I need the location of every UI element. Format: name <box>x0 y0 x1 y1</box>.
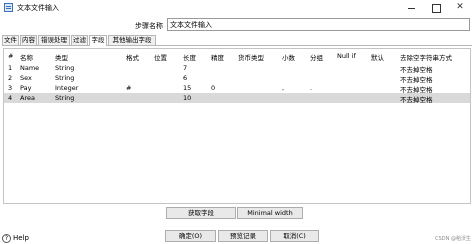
column-header-precision[interactable]: 精度 <box>211 52 224 62</box>
maximize-icon[interactable] <box>424 1 448 14</box>
field-type[interactable]: Integer <box>55 84 78 92</box>
column-header-index[interactable]: # <box>8 52 13 60</box>
minimize-icon[interactable] <box>400 1 424 14</box>
get-fields-button[interactable]: 获取字段 <box>166 207 236 219</box>
tab-filter[interactable]: 过滤 <box>71 35 88 45</box>
field-decimal[interactable]: , <box>282 84 284 92</box>
tab-other-output-fields[interactable]: 其他输出字段 <box>108 35 156 45</box>
table-row[interactable]: 2 Sex String 6 不去掉空格 <box>4 73 470 84</box>
field-trim-type[interactable]: 不去掉空格 <box>400 94 433 104</box>
column-header-length[interactable]: 长度 <box>183 52 196 62</box>
dialog-window: 文本文件输入 ✕ 步骤名称 文件 内容 错误处理 过滤 字段 其他输出字段 # … <box>0 0 474 244</box>
tab-file[interactable]: 文件 <box>2 35 19 45</box>
tab-divider <box>2 45 472 46</box>
row-index: 1 <box>8 64 13 72</box>
row-index: 3 <box>8 84 13 92</box>
field-format[interactable]: # <box>126 84 131 92</box>
preview-records-button[interactable]: 预览记录 <box>218 230 268 242</box>
column-header-type[interactable]: 类型 <box>55 52 68 62</box>
step-name-label: 步骤名称 <box>135 22 163 30</box>
help-icon: ? <box>2 233 11 243</box>
table-row[interactable]: 1 Name String 7 不去掉空格 <box>4 63 470 74</box>
column-header-trim-type[interactable]: 去除空字符串方式 <box>400 52 452 62</box>
close-icon[interactable]: ✕ <box>448 1 472 14</box>
column-header-group[interactable]: 分组 <box>310 52 323 62</box>
help-label: Help <box>13 234 29 242</box>
column-header-format[interactable]: 格式 <box>126 52 139 62</box>
column-header-default[interactable]: 默认 <box>371 52 384 62</box>
minimal-width-button[interactable]: Minimal width <box>237 207 303 219</box>
field-precision[interactable]: 0 <box>211 84 215 92</box>
column-header-null-if[interactable]: Null if <box>337 52 356 60</box>
field-type[interactable]: String <box>55 94 74 102</box>
field-length[interactable]: 10 <box>183 94 191 102</box>
title-bar: 文本文件输入 ✕ <box>0 0 474 16</box>
field-type[interactable]: String <box>55 64 74 72</box>
help-button[interactable]: ? Help <box>2 232 29 244</box>
column-header-currency[interactable]: 货币类型 <box>238 52 264 62</box>
column-header-decimal[interactable]: 小数 <box>282 52 295 62</box>
window-title: 文本文件输入 <box>17 4 59 12</box>
cancel-button[interactable]: 取消(C) <box>270 230 319 242</box>
field-length[interactable]: 7 <box>183 64 187 72</box>
field-group[interactable]: . <box>310 84 312 92</box>
app-icon <box>4 3 13 12</box>
column-header-name[interactable]: 名称 <box>20 52 33 62</box>
ok-button[interactable]: 确定(O) <box>165 230 216 242</box>
watermark: CSDN @稻沃生 <box>435 236 471 242</box>
table-row-selected[interactable]: 4 Area String 10 不去掉空格 <box>4 93 470 104</box>
field-length[interactable]: 15 <box>183 84 191 92</box>
field-name[interactable]: Name <box>20 64 39 72</box>
tab-content[interactable]: 内容 <box>20 35 37 45</box>
field-name[interactable]: Area <box>20 94 35 102</box>
tab-fields[interactable]: 字段 <box>89 35 107 46</box>
field-name[interactable]: Sex <box>20 74 32 82</box>
field-type[interactable]: String <box>55 74 74 82</box>
tab-error-handling[interactable]: 错误处理 <box>38 35 70 45</box>
fields-table: # 名称 类型 格式 位置 长度 精度 货币类型 小数 分组 Null if 默… <box>3 48 471 204</box>
field-length[interactable]: 6 <box>183 74 187 82</box>
step-name-input[interactable] <box>167 18 470 31</box>
row-index: 4 <box>8 94 13 102</box>
field-name[interactable]: Pay <box>20 84 31 92</box>
table-row[interactable]: 3 Pay Integer # 15 0 , . 不去掉空格 <box>4 83 470 94</box>
column-header-position[interactable]: 位置 <box>154 52 167 62</box>
row-index: 2 <box>8 74 13 82</box>
